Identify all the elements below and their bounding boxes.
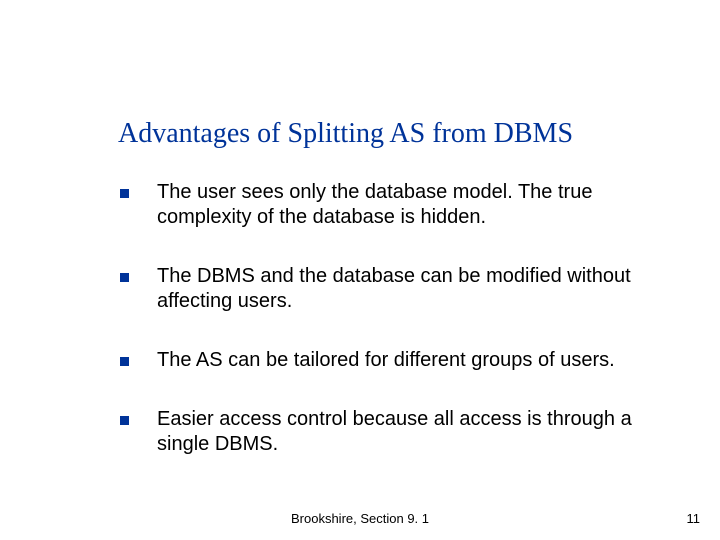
square-bullet-icon bbox=[120, 416, 129, 425]
list-item: The AS can be tailored for different gro… bbox=[120, 348, 660, 373]
square-bullet-icon bbox=[120, 357, 129, 366]
slide-footer: Brookshire, Section 9. 1 bbox=[0, 511, 720, 526]
list-item-text: The AS can be tailored for different gro… bbox=[157, 348, 615, 373]
slide-title: Advantages of Splitting AS from DBMS bbox=[118, 118, 680, 150]
list-item-text: The DBMS and the database can be modifie… bbox=[157, 264, 660, 314]
square-bullet-icon bbox=[120, 273, 129, 282]
list-item-text: The user sees only the database model. T… bbox=[157, 180, 660, 230]
list-item: The DBMS and the database can be modifie… bbox=[120, 264, 660, 314]
list-item-text: Easier access control because all access… bbox=[157, 407, 660, 457]
slide-body: The user sees only the database model. T… bbox=[120, 180, 660, 491]
slide: Advantages of Splitting AS from DBMS The… bbox=[0, 0, 720, 540]
square-bullet-icon bbox=[120, 189, 129, 198]
list-item: Easier access control because all access… bbox=[120, 407, 660, 457]
list-item: The user sees only the database model. T… bbox=[120, 180, 660, 230]
page-number: 11 bbox=[687, 511, 701, 526]
